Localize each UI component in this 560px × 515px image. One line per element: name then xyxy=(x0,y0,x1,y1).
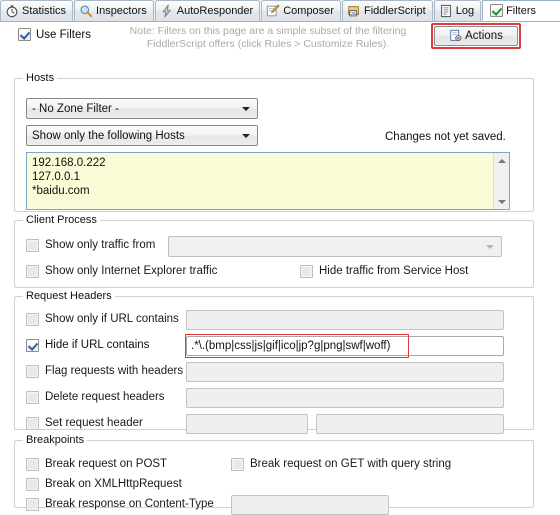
show-only-ie-traffic-label: Show only Internet Explorer traffic xyxy=(45,265,218,277)
actions-gear-icon xyxy=(450,29,462,42)
break-request-on-get-checkbox[interactable] xyxy=(231,458,244,471)
break-request-on-get-label: Break request on GET with query string xyxy=(250,458,452,470)
chevron-down-icon xyxy=(486,244,494,249)
filters-note-line-2: FiddlerScript offers (click Rules > Cust… xyxy=(146,38,390,50)
log-document-icon xyxy=(440,4,451,18)
zone-filter-select[interactable]: - No Zone Filter - xyxy=(26,98,258,119)
hide-service-host-checkbox[interactable] xyxy=(300,265,313,278)
break-request-on-post-row[interactable]: Break request on POST xyxy=(26,458,167,471)
client-process-select[interactable] xyxy=(168,236,502,257)
hide-if-url-contains-label: Hide if URL contains xyxy=(45,339,150,351)
hosts-group-title: Hosts xyxy=(23,72,58,84)
delete-request-headers-input[interactable] xyxy=(186,388,504,408)
set-request-header-value-input[interactable] xyxy=(316,414,504,434)
breakpoints-group-title: Breakpoints xyxy=(23,434,88,446)
lightning-icon xyxy=(162,4,171,18)
tab-composer[interactable]: Composer xyxy=(261,0,341,21)
set-request-header-name-input[interactable] xyxy=(186,414,308,434)
chevron-down-icon xyxy=(242,133,250,138)
chevron-down-icon xyxy=(242,106,250,111)
set-request-header-label: Set request header xyxy=(45,417,143,429)
tab-fiddlerscript[interactable]: JS FiddlerScript xyxy=(341,0,433,21)
filters-page: Use Filters Note: Filters on this page a… xyxy=(0,22,560,515)
break-request-on-post-checkbox[interactable] xyxy=(26,458,39,471)
use-filters-checkbox-row[interactable]: Use Filters xyxy=(18,28,91,41)
use-filters-label: Use Filters xyxy=(36,28,91,41)
show-only-if-url-contains-input[interactable] xyxy=(186,310,504,330)
client-process-group-title: Client Process xyxy=(23,214,100,226)
delete-request-headers-row[interactable]: Delete request headers xyxy=(26,391,165,404)
show-only-ie-traffic-row[interactable]: Show only Internet Explorer traffic xyxy=(26,265,217,278)
request-headers-group-title: Request Headers xyxy=(23,290,115,302)
delete-request-headers-label: Delete request headers xyxy=(45,391,165,403)
show-only-traffic-from-row[interactable]: Show only traffic from xyxy=(26,239,155,252)
set-request-header-checkbox[interactable] xyxy=(26,417,39,430)
tab-inspectors-label: Inspectors xyxy=(96,5,147,17)
break-on-xmlhttprequest-row[interactable]: Break on XMLHttpRequest xyxy=(26,478,182,491)
main-tab-strip: Statistics Inspectors AutoResponder Comp… xyxy=(0,0,560,22)
stopwatch-icon xyxy=(6,5,18,18)
host-list-textarea[interactable]: 192.168.0.222 127.0.0.1 *baidu.com xyxy=(26,152,510,210)
hosts-save-status: Changes not yet saved. xyxy=(385,131,506,143)
break-response-on-content-type-row[interactable]: Break response on Content-Type xyxy=(26,498,214,511)
tab-inspectors[interactable]: Inspectors xyxy=(74,0,154,21)
tab-composer-label: Composer xyxy=(283,5,334,17)
tab-autoresponder-label: AutoResponder xyxy=(176,5,254,17)
hide-if-url-contains-input[interactable]: .*\.(bmp|css|js|gif|ico|jp?g|png|swf|wof… xyxy=(186,336,504,356)
tab-filters-label: Filters xyxy=(506,4,537,17)
tab-log[interactable]: Log xyxy=(433,0,482,21)
flag-requests-with-headers-row[interactable]: Flag requests with headers xyxy=(26,365,183,378)
magnifier-icon xyxy=(80,5,93,18)
break-request-on-post-label: Break request on POST xyxy=(45,458,168,470)
break-response-on-content-type-checkbox[interactable] xyxy=(26,498,39,511)
tab-fiddlerscript-label: FiddlerScript xyxy=(363,5,426,17)
svg-text:JS: JS xyxy=(350,11,355,16)
show-only-traffic-from-label: Show only traffic from xyxy=(45,239,156,251)
actions-button[interactable]: Actions xyxy=(434,26,518,46)
delete-request-headers-checkbox[interactable] xyxy=(26,391,39,404)
tab-filters[interactable]: Filters xyxy=(482,0,560,21)
show-only-ie-traffic-checkbox[interactable] xyxy=(26,265,39,278)
js-scroll-icon: JS xyxy=(348,6,359,17)
host-list-scrollbar[interactable] xyxy=(493,153,509,209)
show-only-if-url-contains-label: Show only if URL contains xyxy=(45,313,179,325)
flag-requests-with-headers-checkbox[interactable] xyxy=(26,365,39,378)
flag-requests-with-headers-label: Flag requests with headers xyxy=(45,365,184,377)
filters-note-line-1: Note: Filters on this page are a simple … xyxy=(129,25,407,37)
break-request-on-get-row[interactable]: Break request on GET with query string xyxy=(231,458,451,471)
break-on-xmlhttprequest-label: Break on XMLHttpRequest xyxy=(45,478,182,490)
actions-button-label: Actions xyxy=(465,30,503,42)
pencil-note-icon xyxy=(267,4,280,17)
scroll-up-icon[interactable] xyxy=(494,153,510,168)
hide-service-host-row[interactable]: Hide traffic from Service Host xyxy=(300,265,468,278)
show-only-traffic-from-checkbox[interactable] xyxy=(26,239,39,252)
show-only-if-url-contains-row[interactable]: Show only if URL contains xyxy=(26,313,179,326)
flag-requests-with-headers-input[interactable] xyxy=(186,362,504,382)
tab-statistics-label: Statistics xyxy=(22,5,67,17)
show-only-if-url-contains-checkbox[interactable] xyxy=(26,313,39,326)
zone-filter-value: - No Zone Filter - xyxy=(32,102,119,115)
tab-statistics[interactable]: Statistics xyxy=(0,0,74,21)
set-request-header-row[interactable]: Set request header xyxy=(26,417,143,430)
use-filters-checkbox[interactable] xyxy=(18,28,31,41)
filters-note: Note: Filters on this page are a simple … xyxy=(112,25,424,51)
break-response-content-type-input[interactable] xyxy=(231,495,389,515)
break-response-on-content-type-label: Break response on Content-Type xyxy=(45,498,214,510)
hide-service-host-label: Hide traffic from Service Host xyxy=(319,265,469,277)
hide-if-url-contains-checkbox[interactable] xyxy=(26,339,39,352)
filters-header-row: Use Filters Note: Filters on this page a… xyxy=(0,22,560,58)
green-check-icon xyxy=(490,4,504,17)
host-mode-value: Show only the following Hosts xyxy=(32,129,185,142)
host-mode-select[interactable]: Show only the following Hosts xyxy=(26,125,258,146)
tab-autoresponder[interactable]: AutoResponder xyxy=(154,0,261,21)
break-on-xmlhttprequest-checkbox[interactable] xyxy=(26,478,39,491)
hide-if-url-contains-row[interactable]: Hide if URL contains xyxy=(26,339,149,352)
scroll-down-icon[interactable] xyxy=(494,194,510,209)
tab-log-label: Log xyxy=(455,5,475,17)
